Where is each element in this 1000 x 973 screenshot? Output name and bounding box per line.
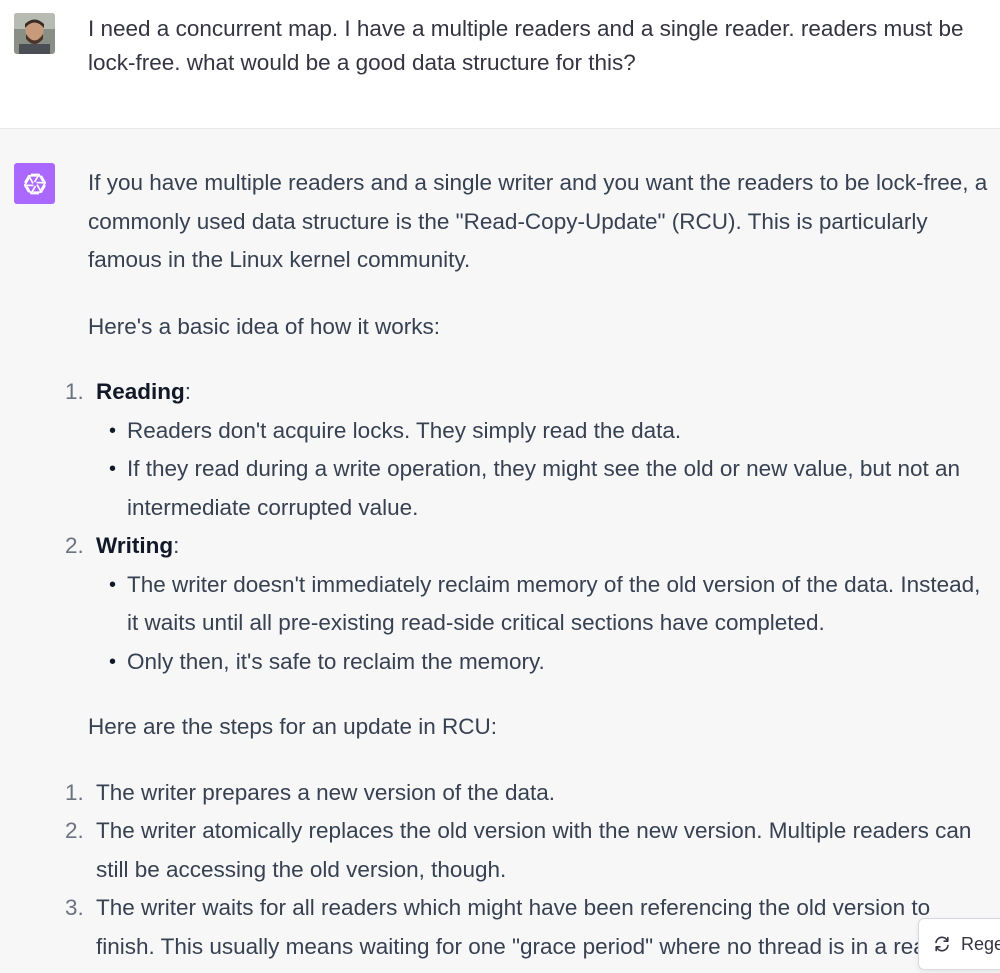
regenerate-label: Regenerate: [961, 933, 1000, 954]
steps-list: 1. The writer prepares a new version of …: [65, 774, 988, 973]
bullet-item: • If they read during a write operation, …: [109, 450, 988, 527]
step-text: The writer atomically replaces the old v…: [96, 818, 972, 882]
step-item: 2. The writer atomically replaces the ol…: [65, 812, 988, 889]
bullet-text: If they read during a write operation, t…: [127, 456, 961, 520]
assistant-message-content: If you have multiple readers and a singl…: [65, 164, 988, 973]
step-number: 2.: [65, 818, 84, 843]
concept-list: 1. Reading: • Readers don't acquire locks…: [65, 373, 988, 682]
bullet-icon: •: [109, 650, 117, 673]
step-text: The writer prepares a new version of the…: [96, 779, 555, 805]
bullet-text: Readers don't acquire locks. They simply…: [127, 417, 682, 443]
chat-page: I need a concurrent map. I have a multip…: [0, 0, 1000, 973]
section-colon: :: [173, 533, 180, 558]
bullet-text: The writer doesn't immediately reclaim m…: [127, 571, 981, 636]
step-text: The writer waits for all readers which m…: [96, 895, 987, 973]
step-item: 3. The writer waits for all readers whic…: [65, 889, 988, 973]
step-item: 1. The writer prepares a new version of …: [65, 774, 988, 813]
user-message-text: I need a concurrent map. I have a multip…: [88, 16, 964, 75]
bullet-item: • Readers don't acquire locks. They simpl…: [109, 412, 988, 451]
section-title: Writing: [96, 533, 174, 558]
section-heading: Writing:: [96, 533, 179, 558]
bullet-list: • Readers don't acquire locks. They simpl…: [96, 412, 988, 528]
list-number: 2.: [65, 533, 84, 558]
list-item-writing: 2. Writing: • The writer doesn't immediat…: [65, 527, 988, 682]
bullet-text: Only then, it's safe to reclaim the memo…: [127, 648, 545, 674]
user-avatar: [14, 13, 55, 54]
bullet-item: • The writer doesn't immediately reclaim …: [109, 566, 988, 643]
bullet-icon: •: [109, 573, 117, 596]
user-message-row: I need a concurrent map. I have a multip…: [0, 0, 1000, 129]
user-avatar-image: [14, 13, 55, 54]
regenerate-button[interactable]: Regenerate: [918, 918, 1000, 970]
section-title: Reading: [96, 379, 185, 404]
assistant-message-row: If you have multiple readers and a singl…: [0, 129, 1000, 973]
chatgpt-logo-icon: [14, 163, 55, 204]
intro-paragraph: If you have multiple readers and a singl…: [88, 170, 988, 272]
section-colon: :: [184, 379, 192, 404]
bullet-icon: •: [109, 419, 117, 442]
bullet-icon: •: [109, 458, 117, 480]
step-number: 3.: [65, 895, 84, 920]
steps-heading: Here are the steps for an update in RCU:: [88, 714, 497, 739]
refresh-icon: [935, 936, 949, 952]
bullet-item: • Only then, it's safe to reclaim the mem…: [109, 643, 988, 682]
list-item-reading: 1. Reading: • Readers don't acquire locks…: [65, 373, 988, 528]
step-number: 1.: [65, 779, 84, 805]
list-number: 1.: [65, 379, 84, 404]
bullet-list: • The writer doesn't immediately reclaim …: [96, 566, 988, 682]
how-it-works-paragraph: Here's a basic idea of how it works:: [88, 313, 440, 339]
section-heading: Reading:: [96, 379, 191, 404]
